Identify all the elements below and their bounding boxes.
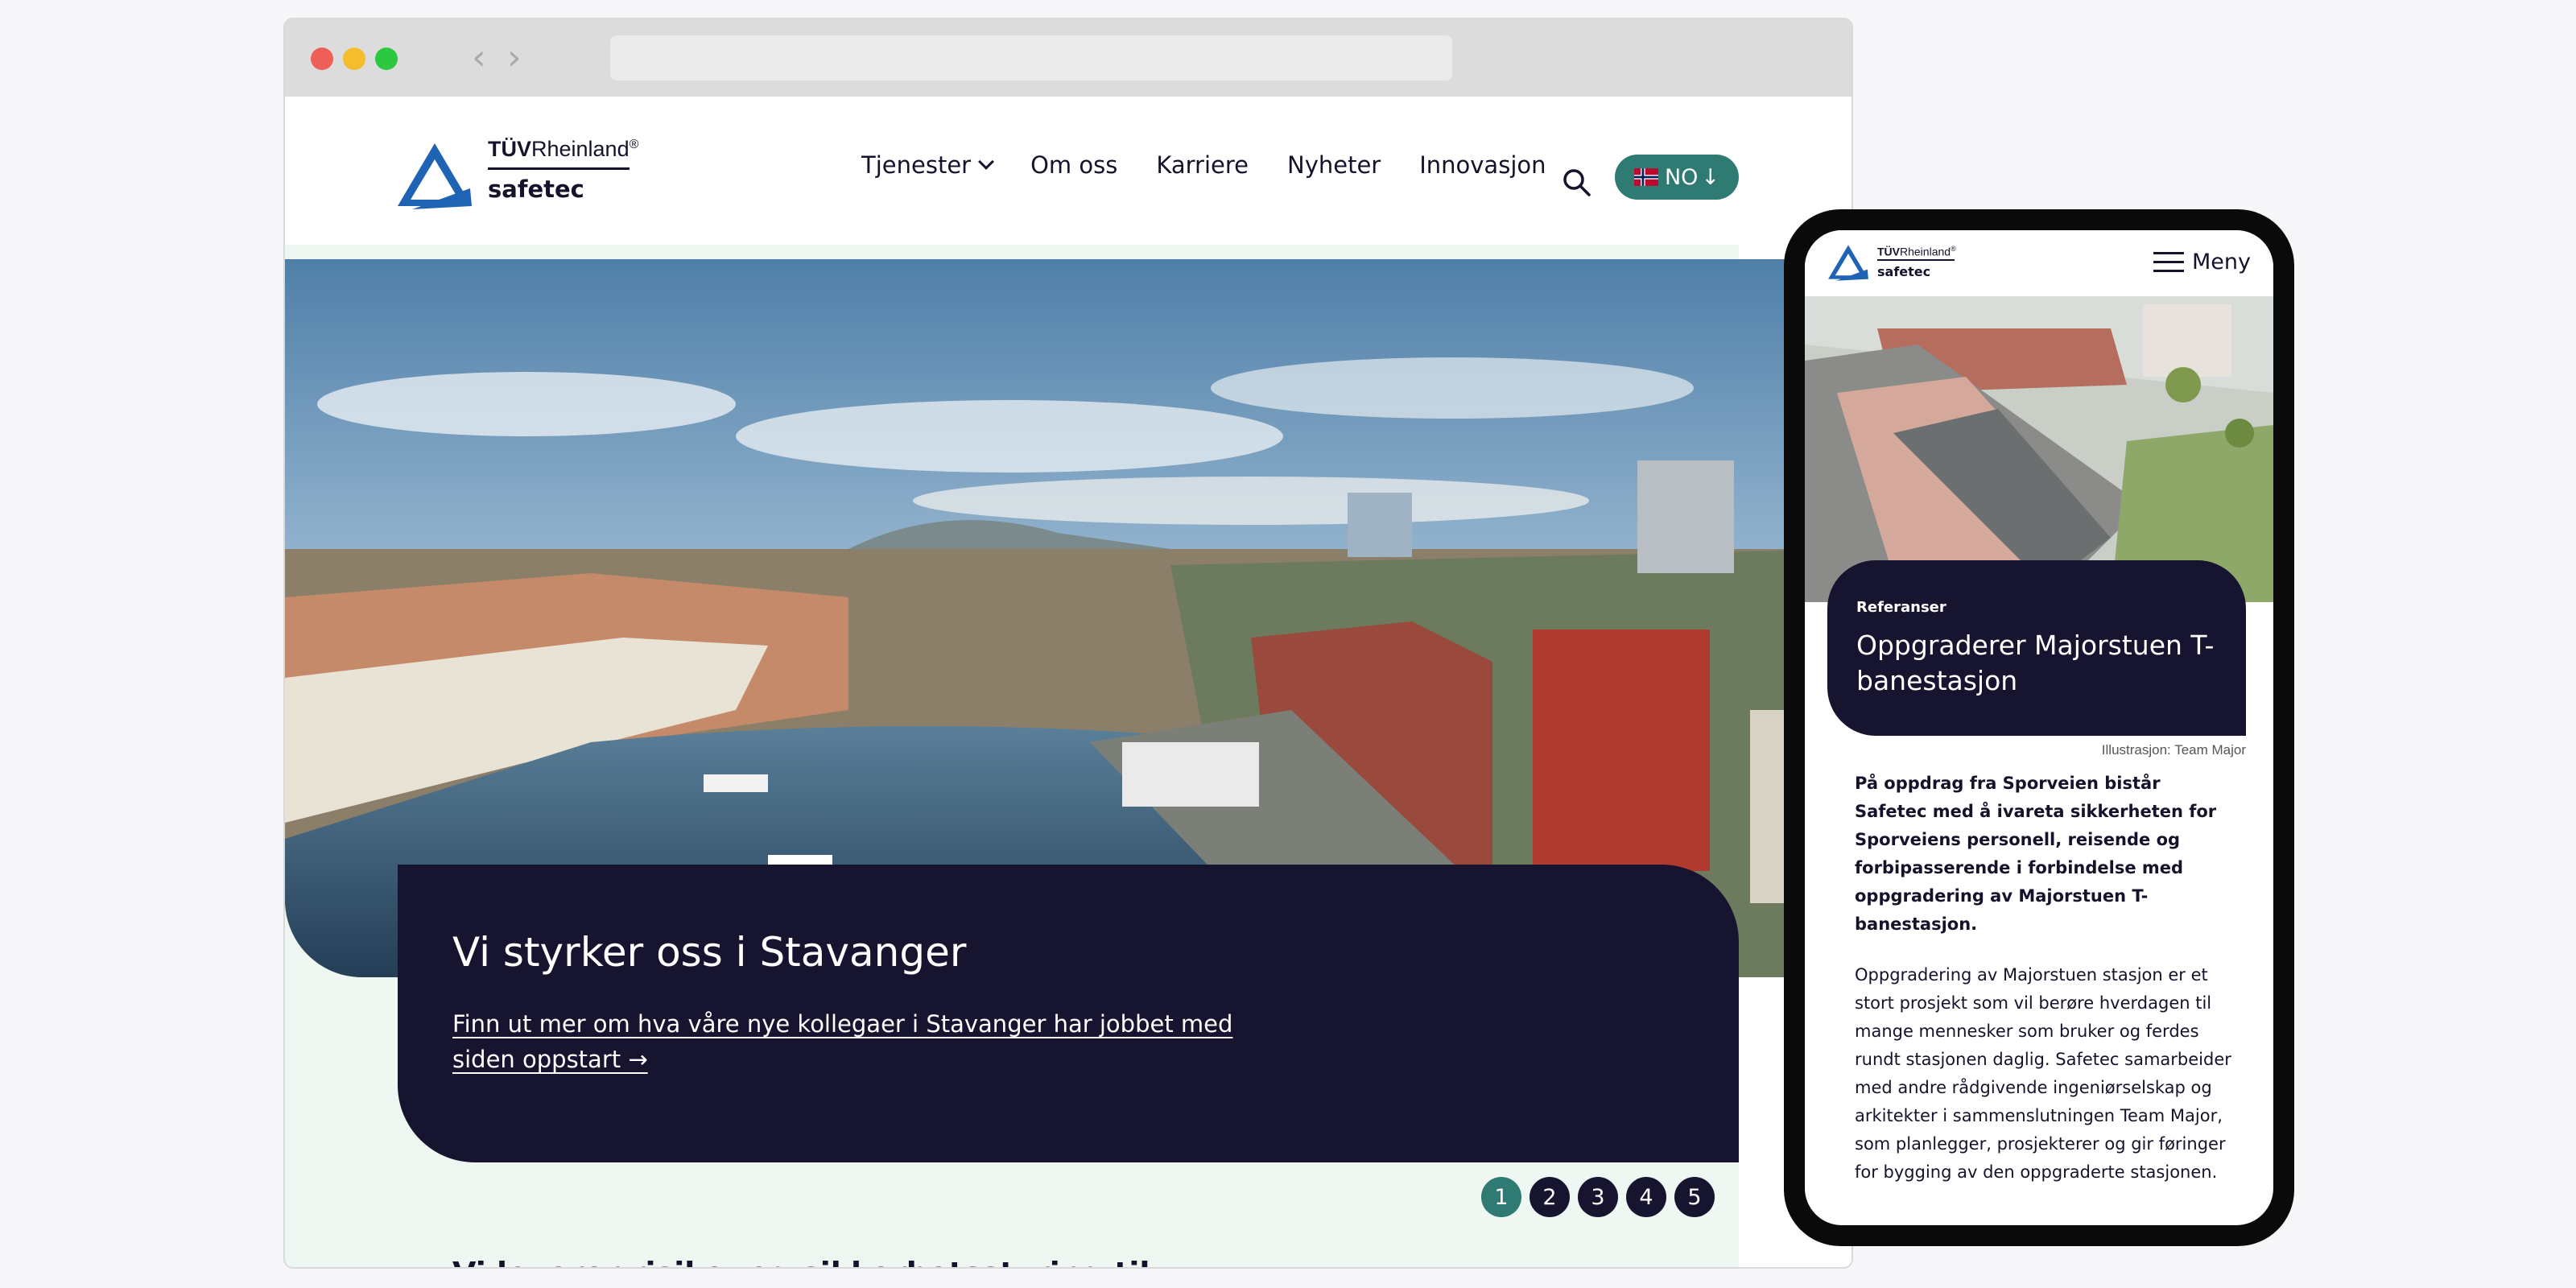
mobile-logo-divider (1877, 259, 1955, 261)
arrow-down-icon: ↓ (1701, 164, 1720, 190)
mobile-menu-label: Meny (2192, 250, 2251, 275)
main-navigation: Tjenester Om oss Karriere Nyheter Innova… (861, 151, 1585, 179)
chevron-down-icon (978, 154, 994, 170)
mobile-menu-button[interactable]: Meny (2153, 250, 2251, 275)
section-heading: Vi leverer risiko- og sikkerhetsstyring … (452, 1256, 1150, 1267)
tuv-safetec-logo[interactable]: TÜVRheinland® safetec (396, 126, 654, 209)
image-credit: Illustrasjon: Team Major (2101, 742, 2246, 758)
address-bar[interactable] (610, 35, 1452, 80)
pagination-button-4[interactable]: 4 (1626, 1177, 1666, 1217)
close-window-button[interactable] (311, 47, 333, 70)
article-category: Referanser (1856, 599, 1946, 616)
site-header: TÜVRheinland® safetec Tjenester Om oss K… (285, 97, 1852, 245)
language-switch-button[interactable]: NO ↓ (1615, 155, 1739, 200)
nav-item-tjenester[interactable]: Tjenester (861, 151, 994, 179)
maximize-window-button[interactable] (375, 47, 398, 70)
mobile-triangle-logo-icon[interactable] (1827, 243, 1869, 282)
logo-divider (488, 167, 630, 170)
mobile-screen: TÜVRheinland® safetec Meny Referanser Op… (1805, 230, 2273, 1225)
majorstuen-station-illustration (1805, 296, 2273, 602)
search-icon[interactable] (1560, 166, 1592, 198)
nav-item-innovasjon[interactable]: Innovasjon (1419, 151, 1546, 179)
minimize-window-button[interactable] (343, 47, 365, 70)
station-rendering (1805, 296, 2273, 602)
article-title: Oppgraderer Majorstuen T-banestasjon (1856, 630, 2215, 696)
nav-item-om-oss[interactable]: Om oss (1030, 151, 1117, 179)
desktop-browser-window: ‹ › TÜVRheinland® safetec Tjenester Om o… (283, 18, 1853, 1269)
nav-item-nyheter[interactable]: Nyheter (1287, 151, 1381, 179)
hero-card: Vi styrker oss i Stavanger Finn ut mer o… (398, 865, 1739, 1162)
pagination-button-2[interactable]: 2 (1530, 1177, 1570, 1217)
pagination-button-3[interactable]: 3 (1578, 1177, 1618, 1217)
hero-title: Vi styrker oss i Stavanger (452, 929, 967, 976)
mobile-logo-brand-text: TÜVRheinland® (1877, 245, 1956, 258)
logo-brand-text: TÜVRheinland® (488, 137, 639, 161)
pagination-button-1[interactable]: 1 (1481, 1177, 1521, 1217)
article-lead: På oppdrag fra Sporveien bistår Safetec … (1855, 774, 2217, 934)
norway-flag-icon (1633, 168, 1658, 186)
language-label: NO (1664, 164, 1699, 190)
carousel-pagination: 1 2 3 4 5 (1481, 1177, 1723, 1217)
article-body: Oppgradering av Majorstuen stasjon er et… (1855, 965, 2231, 1182)
triangle-logo-icon (398, 143, 472, 209)
logo-company-text: safetec (488, 175, 584, 203)
pagination-button-5[interactable]: 5 (1674, 1177, 1715, 1217)
mobile-logo-company-text: safetec (1877, 264, 1931, 279)
forward-arrow-icon[interactable]: › (507, 40, 522, 76)
mobile-article-card: Referanser Oppgraderer Majorstuen T-bane… (1827, 560, 2246, 736)
hamburger-icon (2153, 251, 2184, 273)
back-arrow-icon[interactable]: ‹ (472, 40, 486, 76)
hero-read-more-link[interactable]: Finn ut mer om hva våre nye kollegaer i … (452, 1006, 1274, 1077)
mobile-phone-frame: TÜVRheinland® safetec Meny Referanser Op… (1784, 209, 2294, 1246)
browser-toolbar: ‹ › (285, 19, 1852, 97)
nav-item-karriere[interactable]: Karriere (1156, 151, 1249, 179)
